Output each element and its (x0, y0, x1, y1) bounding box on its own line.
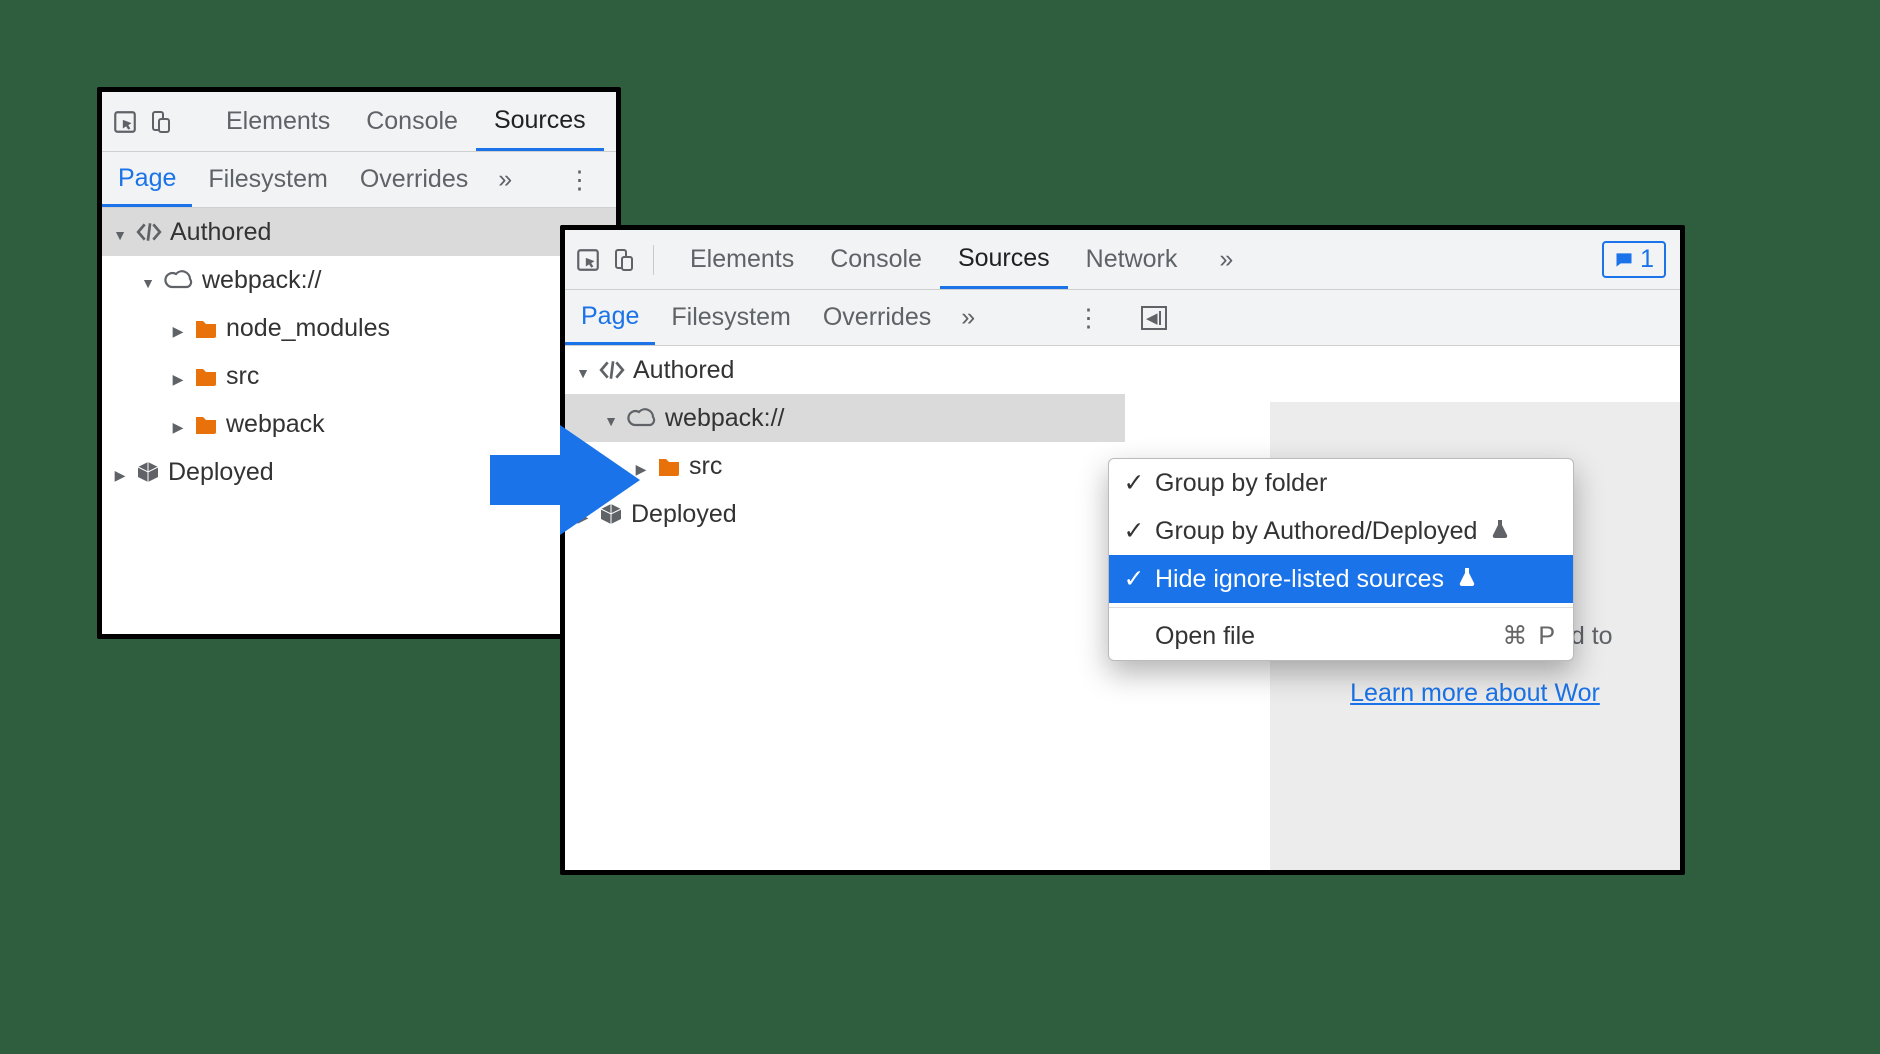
cloud-icon (164, 270, 194, 290)
tree-label: Deployed (631, 500, 737, 529)
tab-elements[interactable]: Elements (208, 92, 348, 151)
menu-group-by-folder[interactable]: ✓ Group by folder (1109, 459, 1573, 507)
cube-icon (136, 460, 160, 484)
tree-label: Authored (633, 356, 734, 385)
subtab-page[interactable]: Page (565, 290, 655, 345)
tab-console[interactable]: Console (348, 92, 476, 151)
menu-shortcut: ⌘ P (1502, 621, 1557, 651)
tree-label: Deployed (168, 458, 274, 487)
menu-label: Hide ignore-listed sources (1155, 565, 1444, 594)
device-icon[interactable] (611, 247, 635, 273)
tree-deployed[interactable]: Deployed (565, 490, 1125, 538)
menu-group-by-authored[interactable]: ✓ Group by Authored/Deployed (1109, 507, 1573, 555)
check-icon: ✓ (1123, 516, 1145, 546)
tree-authored[interactable]: Authored (565, 346, 1125, 394)
tree-label: webpack:// (202, 266, 322, 295)
chevron-down-icon (140, 266, 156, 295)
code-icon (136, 222, 162, 242)
folder-icon (657, 456, 681, 476)
inspect-icon[interactable] (112, 109, 138, 135)
folder-icon (194, 318, 218, 338)
chevron-right-icon (170, 314, 186, 343)
tree-webpack[interactable]: webpack:// (565, 394, 1125, 442)
flask-icon (1491, 517, 1509, 546)
topbar: Elements Console Sources Network » 1 (565, 230, 1680, 290)
inspect-icon[interactable] (575, 247, 601, 273)
chevron-down-icon (575, 356, 591, 385)
transition-arrow (490, 420, 640, 540)
file-tree: Authored webpack:// src (565, 346, 1125, 870)
subtab-page[interactable]: Page (102, 152, 192, 207)
more-tabs-icon[interactable]: » (1205, 245, 1247, 274)
tree-webpack[interactable]: webpack:// (102, 256, 616, 304)
chevron-right-icon (170, 410, 186, 439)
issues-icon (1614, 250, 1634, 270)
menu-open-file[interactable]: Open file ⌘ P (1109, 612, 1573, 660)
menu-label: Group by Authored/Deployed (1155, 517, 1477, 546)
tree-label: src (226, 362, 259, 391)
sources-subtabs: Page Filesystem Overrides » ⋮ (565, 290, 1125, 346)
kebab-menu-icon[interactable]: ⋮ (553, 165, 606, 195)
more-tabs-icon[interactable]: » (484, 165, 526, 194)
chevron-right-icon (170, 362, 186, 391)
check-icon: ✓ (1123, 564, 1145, 594)
tree-authored[interactable]: Authored (102, 208, 616, 256)
tree-label: webpack (226, 410, 325, 439)
menu-label: Group by folder (1155, 469, 1327, 498)
sources-context-menu: ✓ Group by folder ✓ Group by Authored/De… (1108, 458, 1574, 661)
tree-node-modules[interactable]: node_modules (102, 304, 616, 352)
check-icon: ✓ (1123, 468, 1145, 498)
editor-toolbar (1125, 290, 1680, 346)
tree-label: node_modules (226, 314, 390, 343)
menu-label: Open file (1155, 622, 1255, 651)
main-tabs: Elements Console Sources Network (672, 230, 1195, 289)
tab-sources[interactable]: Sources (940, 230, 1068, 289)
code-icon (599, 360, 625, 380)
tab-network[interactable]: Network (1068, 230, 1196, 289)
learn-more-link[interactable]: Learn more about Wor (1350, 679, 1600, 707)
tree-label: src (689, 452, 722, 481)
main-tabs: Elements Console Sources (208, 92, 604, 151)
device-icon[interactable] (148, 109, 172, 135)
tab-sources[interactable]: Sources (476, 92, 604, 151)
folder-icon (194, 366, 218, 386)
separator (653, 245, 654, 275)
topbar: Elements Console Sources (102, 92, 616, 152)
more-tabs-icon[interactable]: » (947, 303, 989, 332)
sources-subtabs: Page Filesystem Overrides » ⋮ (102, 152, 616, 208)
collapse-pane-icon[interactable] (1141, 306, 1167, 330)
issues-count: 1 (1640, 245, 1654, 274)
chevron-down-icon (112, 218, 128, 247)
tab-elements[interactable]: Elements (672, 230, 812, 289)
tree-label: webpack:// (665, 404, 785, 433)
tab-console[interactable]: Console (812, 230, 940, 289)
flask-icon (1458, 565, 1476, 594)
tree-src[interactable]: src (102, 352, 616, 400)
menu-separator (1109, 607, 1573, 608)
subtab-overrides[interactable]: Overrides (807, 290, 947, 345)
kebab-menu-icon[interactable]: ⋮ (1062, 303, 1115, 333)
issues-badge[interactable]: 1 (1602, 241, 1666, 278)
devtools-panel-after: Elements Console Sources Network » 1 Pag… (560, 225, 1685, 875)
subtab-filesystem[interactable]: Filesystem (655, 290, 806, 345)
tree-src[interactable]: src (565, 442, 1125, 490)
chevron-right-icon (112, 458, 128, 487)
folder-icon (194, 414, 218, 434)
subtab-filesystem[interactable]: Filesystem (192, 152, 343, 207)
menu-hide-ignore-listed[interactable]: ✓ Hide ignore-listed sources (1109, 555, 1573, 603)
tree-label: Authored (170, 218, 271, 247)
devtools-panel-before: Elements Console Sources Page Filesystem… (97, 87, 621, 639)
subtab-overrides[interactable]: Overrides (344, 152, 484, 207)
